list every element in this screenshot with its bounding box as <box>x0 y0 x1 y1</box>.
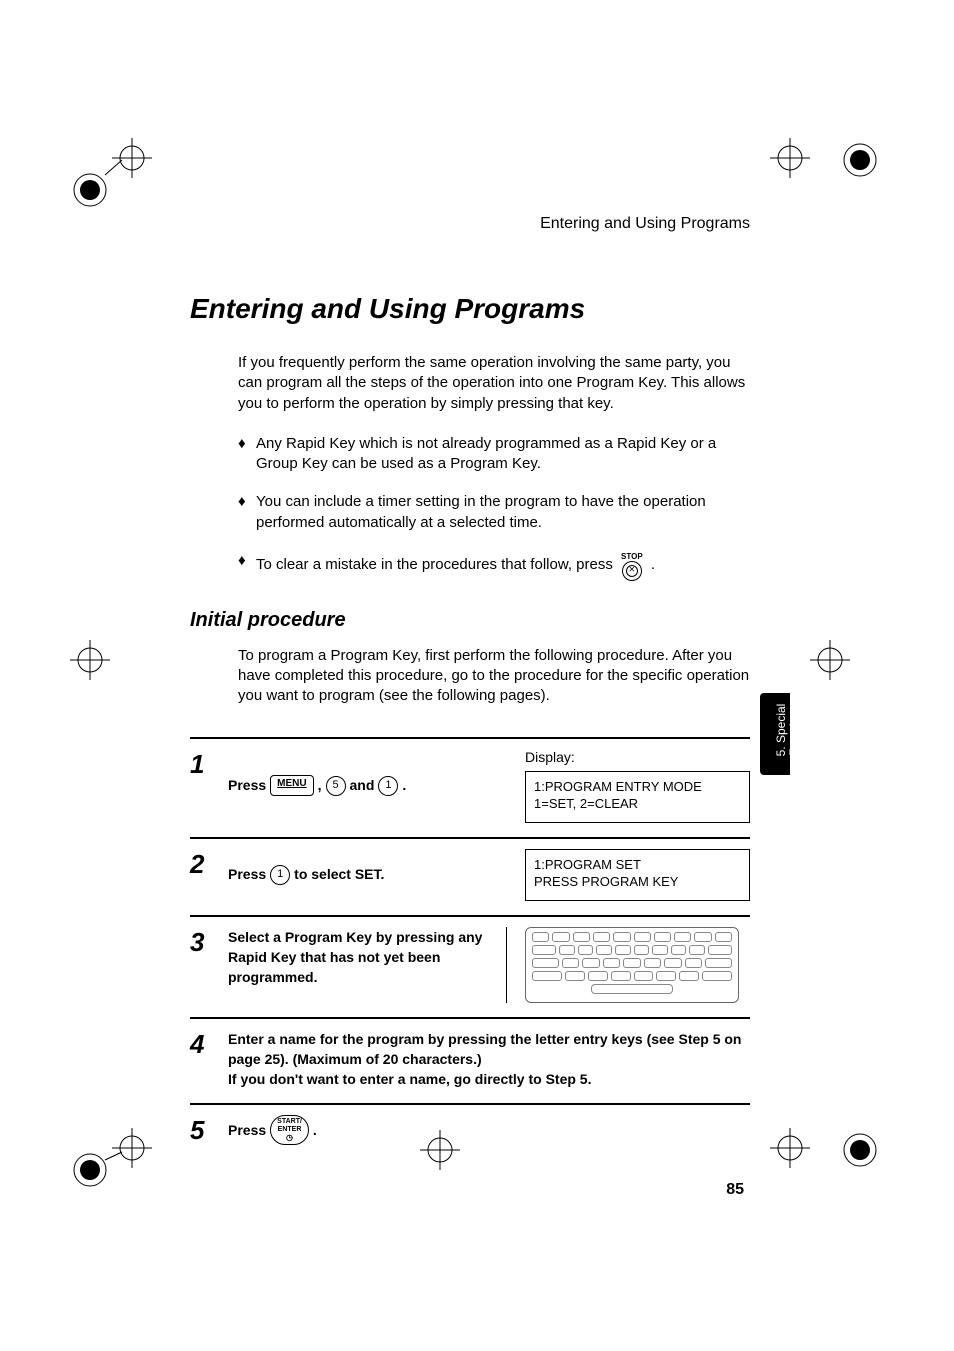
keypad-icon <box>525 927 739 1003</box>
display-line: 1:PROGRAM ENTRY MODE <box>534 778 741 796</box>
registration-mark <box>750 110 900 220</box>
section-tab-line2: Functions <box>787 704 801 756</box>
step-number: 1 <box>190 749 228 777</box>
step-instruction: Enter a name for the program by pressing… <box>228 1029 750 1090</box>
display-line: PRESS PROGRAM KEY <box>534 873 741 891</box>
step: 5 Press START/ ENTER ◷ . <box>190 1103 750 1158</box>
step-number: 5 <box>190 1115 228 1143</box>
key-1-icon: 1 <box>378 776 398 796</box>
bullet-pre: To clear a mistake in the procedures tha… <box>256 556 613 573</box>
section-intro: To program a Program Key, first perform … <box>238 646 750 707</box>
bullet-item: ♦ Any Rapid Key which is not already pro… <box>238 434 750 475</box>
display-line: 1:PROGRAM SET <box>534 856 741 874</box>
page-title: Entering and Using Programs <box>190 293 750 325</box>
text-press: Press <box>228 864 266 884</box>
bullet-item: ♦ You can include a timer setting in the… <box>238 492 750 533</box>
step-instruction: Select a Program Key by pressing any Rap… <box>228 927 507 1003</box>
bullet-text: You can include a timer setting in the p… <box>256 492 750 533</box>
stop-label: STOP <box>621 553 643 561</box>
step: 4 Enter a name for the program by pressi… <box>190 1017 750 1104</box>
registration-mark <box>60 110 170 220</box>
bullet-post: . <box>651 556 655 573</box>
bullet-text: To clear a mistake in the procedures tha… <box>256 551 750 579</box>
text-comma: , <box>318 775 322 795</box>
section-title: Initial procedure <box>190 609 750 632</box>
section-tab-line1: 5. Special <box>774 704 788 757</box>
registration-mark <box>750 1110 900 1220</box>
step-number: 4 <box>190 1029 228 1057</box>
registration-mark <box>60 1110 170 1220</box>
intro-paragraph: If you frequently perform the same opera… <box>238 353 750 414</box>
step: 2 Press 1 to select SET. 1:PROGRAM SET P… <box>190 837 750 915</box>
display-box: 1:PROGRAM ENTRY MODE 1=SET, 2=CLEAR <box>525 771 750 823</box>
display-label: Display: <box>525 749 750 765</box>
stop-button-icon: STOP ✕ <box>621 553 643 581</box>
display-line: 1=SET, 2=CLEAR <box>534 795 741 813</box>
menu-key-icon: MENU <box>270 775 313 796</box>
display-box: 1:PROGRAM SET PRESS PROGRAM KEY <box>525 849 750 901</box>
step-text-line: If you don't want to enter a name, go di… <box>228 1069 750 1089</box>
text-dot: . <box>313 1120 317 1140</box>
step: 3 Select a Program Key by pressing any R… <box>190 915 750 1017</box>
text-and: and <box>350 775 375 795</box>
steps-list: 1 Press MENU , 5 and 1 . Display: 1:PROG… <box>190 737 750 1159</box>
page-number: 85 <box>726 1181 744 1199</box>
bullet-text: Any Rapid Key which is not already progr… <box>256 434 750 475</box>
step-instruction: Press START/ ENTER ◷ . <box>228 1115 750 1144</box>
text-press: Press <box>228 1120 266 1140</box>
diamond-icon: ♦ <box>238 434 256 475</box>
step-instruction: Press 1 to select SET. <box>228 849 507 901</box>
step-text-line: Enter a name for the program by pressing… <box>228 1029 750 1070</box>
key-1-icon: 1 <box>270 865 290 885</box>
diamond-icon: ♦ <box>238 492 256 533</box>
section-tab: 5. Special Functions <box>760 693 790 775</box>
text-rest: to select SET. <box>294 864 384 884</box>
registration-mark <box>60 630 120 690</box>
diamond-icon: ♦ <box>238 551 256 579</box>
text-dot: . <box>402 775 406 795</box>
step: 1 Press MENU , 5 and 1 . Display: 1:PROG… <box>190 737 750 837</box>
step-number: 3 <box>190 927 228 955</box>
registration-mark <box>800 630 860 690</box>
running-head: Entering and Using Programs <box>190 215 750 233</box>
key-5-icon: 5 <box>326 776 346 796</box>
step-instruction: Press MENU , 5 and 1 . <box>228 749 507 823</box>
bullet-item: ♦ To clear a mistake in the procedures t… <box>238 551 750 579</box>
step-number: 2 <box>190 849 228 877</box>
text-press: Press <box>228 775 266 795</box>
start-enter-key-icon: START/ ENTER ◷ <box>270 1115 309 1144</box>
